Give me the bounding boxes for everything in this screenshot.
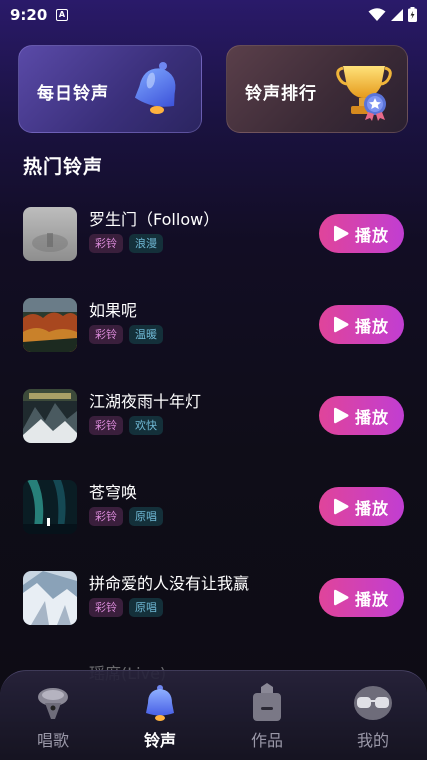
- folder-icon: [253, 683, 281, 721]
- wifi-icon: [368, 7, 386, 21]
- song-row[interactable]: 如果呢 彩铃 温暖 播放: [0, 289, 427, 359]
- tab-works[interactable]: 作品: [227, 683, 307, 753]
- tag-ringback: 彩铃: [89, 325, 123, 344]
- play-button[interactable]: 播放: [319, 214, 404, 253]
- microphone-icon: [38, 688, 68, 719]
- song-row[interactable]: 苍穹唤 彩铃 原唱 播放: [0, 471, 427, 541]
- tab-label: 作品: [250, 731, 283, 750]
- song-row[interactable]: 江湖夜雨十年灯 彩铃 欢快 播放: [0, 380, 427, 450]
- tag-mood: 原唱: [129, 507, 163, 526]
- section-title: 热门铃声: [23, 156, 104, 178]
- ringtone-ranking-card[interactable]: 铃声排行: [226, 45, 408, 133]
- tag-mood: 欢快: [129, 416, 163, 435]
- play-icon: [333, 316, 349, 333]
- a-icon: A: [56, 9, 68, 21]
- play-icon: [333, 407, 349, 424]
- ringtone-ranking-label: 铃声排行: [245, 84, 317, 104]
- tab-sing[interactable]: 唱歌: [13, 683, 93, 753]
- song-title: 苍穹唤: [89, 483, 138, 502]
- play-label: 播放: [354, 316, 389, 336]
- tag-mood: 浪漫: [129, 234, 163, 253]
- tag-ringback: 彩铃: [89, 234, 123, 253]
- song-title: 江湖夜雨十年灯: [89, 392, 202, 411]
- snowy-mountain-cover: [23, 571, 77, 625]
- play-label: 播放: [354, 589, 389, 609]
- song-tags: 彩铃 原唱: [89, 598, 163, 617]
- tag-mood: 原唱: [129, 598, 163, 617]
- song-tags: 彩铃 欢快: [89, 416, 163, 435]
- aurora-night-cover: [23, 480, 77, 534]
- play-icon: [333, 589, 349, 606]
- bell-icon: [134, 62, 176, 114]
- song-tags: 彩铃 浪漫: [89, 234, 163, 253]
- tab-mine[interactable]: 我的: [333, 683, 413, 753]
- play-label: 播放: [354, 407, 389, 427]
- misty-grey-cover: [23, 207, 77, 261]
- battery-icon: [408, 7, 417, 22]
- daily-ringtone-label: 每日铃声: [37, 84, 109, 104]
- bottom-tab-bar: 唱歌 铃声 作品 我的: [0, 670, 427, 760]
- daily-ringtone-card[interactable]: 每日铃声: [18, 45, 202, 133]
- tag-ringback: 彩铃: [89, 416, 123, 435]
- signal-icon: [391, 8, 403, 21]
- play-icon: [333, 498, 349, 515]
- tab-ringtone[interactable]: 铃声: [120, 683, 200, 753]
- tab-label: 我的: [356, 731, 389, 750]
- play-label: 播放: [354, 498, 389, 518]
- play-button[interactable]: 播放: [319, 578, 404, 617]
- bell-icon: [146, 685, 174, 721]
- play-button[interactable]: 播放: [319, 487, 404, 526]
- tag-ringback: 彩铃: [89, 507, 123, 526]
- song-row[interactable]: 拼命爱的人没有让我赢 彩铃 原唱 播放: [0, 562, 427, 632]
- play-button[interactable]: 播放: [319, 305, 404, 344]
- play-label: 播放: [354, 225, 389, 245]
- play-button[interactable]: 播放: [319, 396, 404, 435]
- tab-label: 铃声: [143, 731, 176, 750]
- glasses-icon: [354, 686, 392, 720]
- trophy-icon: [336, 66, 392, 121]
- tag-ringback: 彩铃: [89, 598, 123, 617]
- tab-label: 唱歌: [36, 731, 69, 750]
- song-title: 拼命爱的人没有让我赢: [89, 574, 250, 593]
- autumn-forest-cover: [23, 298, 77, 352]
- status-bar: 9:20 A: [0, 0, 427, 30]
- song-title: 罗生门（Follow）: [89, 210, 220, 229]
- play-icon: [333, 225, 349, 242]
- status-icons: [368, 7, 417, 22]
- mountain-art-cover: [23, 389, 77, 443]
- song-tags: 彩铃 温暖: [89, 325, 163, 344]
- status-time: 9:20: [10, 6, 48, 24]
- song-row[interactable]: 罗生门（Follow） 彩铃 浪漫 播放: [0, 198, 427, 268]
- song-title: 如果呢: [89, 301, 138, 320]
- song-tags: 彩铃 原唱: [89, 507, 163, 526]
- tag-mood: 温暖: [129, 325, 163, 344]
